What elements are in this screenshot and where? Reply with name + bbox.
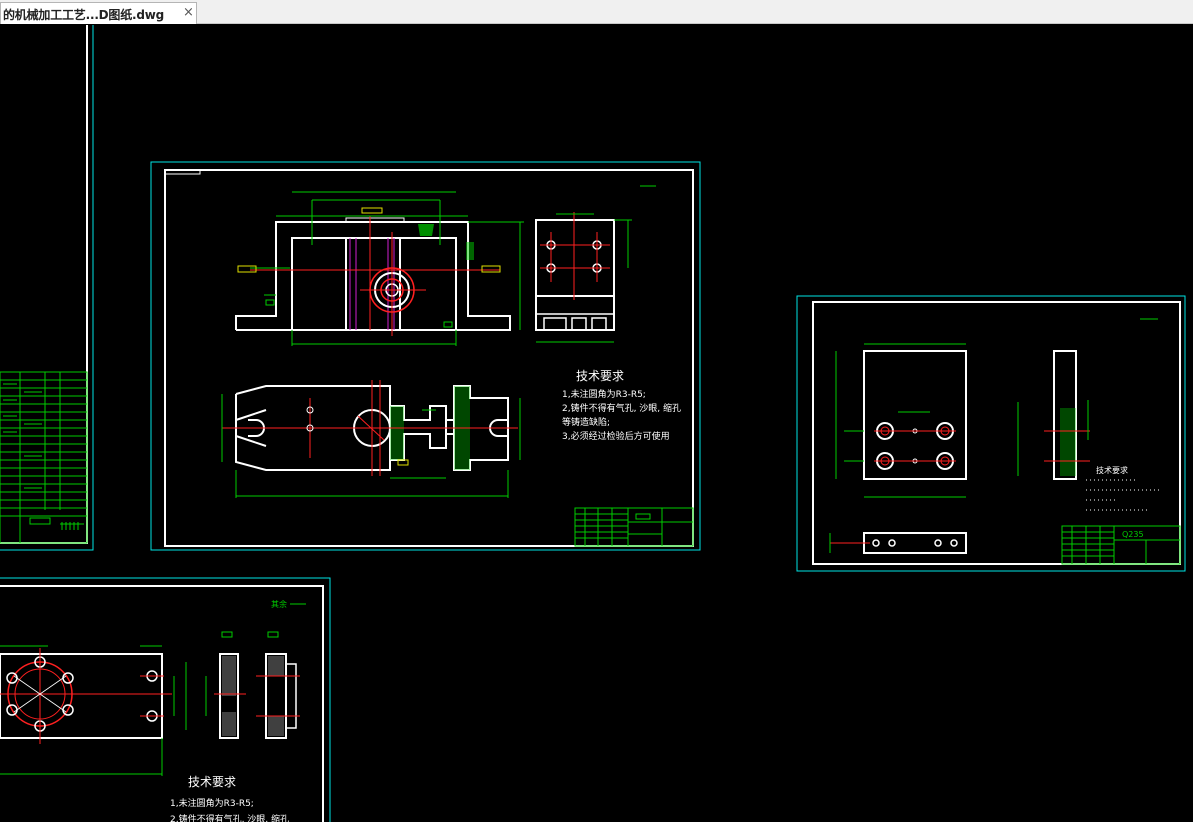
bottom-tech-title: 技术要求: [188, 775, 236, 789]
bottom-roughness-label: 其余: [271, 599, 287, 609]
right-tech-title: 技术要求: [1096, 465, 1128, 475]
close-icon[interactable]: ×: [183, 5, 194, 20]
main-tech-req-2b: 等铸造缺陷;: [562, 416, 610, 428]
document-tab-bar: 的机械加工工艺...D图纸.dwg ×: [0, 0, 1193, 24]
document-tab-title: 的机械加工工艺...D图纸.dwg: [3, 8, 165, 22]
right-material-label: Q235: [1122, 530, 1144, 539]
main-tech-req-1: 1,未注圆角为R3-R5;: [562, 388, 646, 400]
main-tech-title: 技术要求: [576, 369, 624, 383]
bottom-tech-req-1: 1,未注圆角为R3-R5;: [170, 797, 254, 809]
bottom-tech-req-2: 2,铸件不得有气孔, 沙眼, 缩孔: [170, 813, 289, 822]
document-tab[interactable]: 的机械加工工艺...D图纸.dwg ×: [0, 2, 197, 24]
drawing-canvas[interactable]: 技术要求 1,未注圆角为R3-R5; 2,铸件不得有气孔, 沙眼, 缩孔 等铸造…: [0, 24, 1193, 822]
main-tech-req-2: 2,铸件不得有气孔, 沙眼, 缩孔: [562, 402, 681, 414]
main-tech-req-3: 3,必须经过检验后方可使用: [562, 430, 670, 442]
